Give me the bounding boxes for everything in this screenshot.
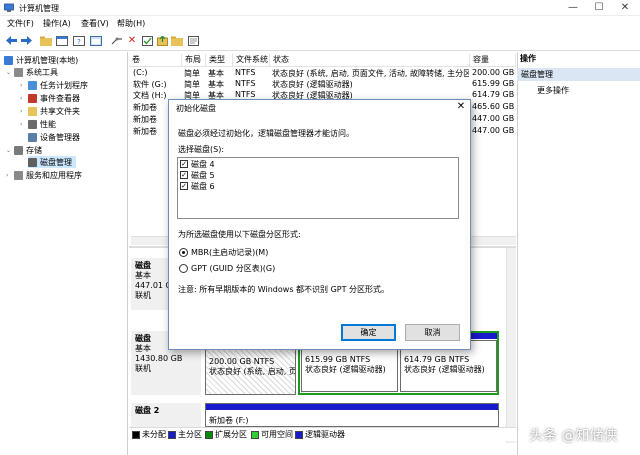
partition-f[interactable]: 新加卷 (F:) <box>205 403 499 427</box>
menu-help[interactable]: 帮助(H) <box>117 18 145 29</box>
gpt-note: 注意: 所有早期版本的 Windows 都不识别 GPT 分区形式。 <box>178 285 390 294</box>
close-icon[interactable]: ✕ <box>455 101 467 113</box>
cancel-button[interactable]: 取消 <box>405 324 460 341</box>
help-icon[interactable]: ? <box>72 34 86 47</box>
maximize-button[interactable]: ☐ <box>586 0 612 16</box>
device-manager-icon <box>28 132 37 142</box>
properties-icon[interactable] <box>55 34 69 47</box>
mbr-radio-row[interactable]: MBR(主启动记录)(M) <box>179 247 268 257</box>
tree-root[interactable]: 计算机管理(本地) <box>4 54 78 66</box>
menu-file[interactable]: 文件(F) <box>7 18 34 29</box>
table-row[interactable]: 软件 (G:) 简单 基本 NTFS 状态良好 (逻辑驱动器) 615.99 G… <box>131 79 516 90</box>
checkbox-checked-icon[interactable]: ✓ <box>180 160 188 168</box>
title-bar <box>0 0 640 16</box>
disk-checkbox-row[interactable]: ✓ 磁盘 6 <box>180 181 215 191</box>
column-header-layout[interactable]: 布局 <box>182 54 206 66</box>
folder-icon[interactable] <box>170 34 184 47</box>
partition-style-label: 为所选磁盘使用以下磁盘分区形式: <box>178 230 301 239</box>
actions-group-disk-management[interactable]: 磁盘管理 <box>517 68 640 81</box>
radio-unselected-icon[interactable] <box>179 263 188 273</box>
legend-item: 逻辑驱动器 <box>295 429 345 440</box>
performance-icon <box>28 119 37 129</box>
computer-management-icon <box>4 55 13 65</box>
vertical-scrollbar[interactable] <box>506 248 516 443</box>
table-row[interactable]: (C:) 简单 基本 NTFS 状态良好 (系统, 启动, 页面文件, 活动, … <box>131 68 516 79</box>
watermark-text: 头条 @知储侠 <box>529 428 618 444</box>
tree-item-task-scheduler[interactable]: › 任务计划程序 <box>20 79 88 91</box>
menu-action[interactable]: 操作(A) <box>43 18 71 29</box>
select-disks-label: 选择磁盘(S): <box>178 145 225 154</box>
collapsed-chevron-icon[interactable]: › <box>20 121 28 128</box>
services-icon <box>14 170 23 180</box>
tree-item-event-viewer[interactable]: › 事件查看器 <box>20 92 80 104</box>
column-header-type[interactable]: 类型 <box>206 54 233 66</box>
disk-listbox[interactable] <box>177 157 459 219</box>
legend-item: 未分配 <box>132 429 166 440</box>
column-header-capacity[interactable]: 容量 <box>470 54 516 66</box>
menu-view[interactable]: 查看(V) <box>81 18 109 29</box>
tree-item-services-apps[interactable]: › 服务和应用程序 <box>6 169 82 181</box>
collapsed-chevron-icon[interactable]: › <box>20 82 28 89</box>
disk-label[interactable]: 磁盘 2 <box>131 403 201 427</box>
checkbox-checked-icon[interactable]: ✓ <box>180 182 188 190</box>
header-divider <box>129 66 516 67</box>
tree-item-device-manager[interactable]: 设备管理器 <box>28 131 80 143</box>
collapsed-chevron-icon[interactable]: › <box>20 108 28 115</box>
properties-sheet-icon[interactable] <box>186 34 200 47</box>
computer-management-icon <box>4 3 14 12</box>
expanded-chevron-icon[interactable]: ⌄ <box>6 69 14 76</box>
svg-text:?: ? <box>77 38 81 46</box>
ok-button[interactable]: 确定 <box>341 324 396 341</box>
window-title: 计算机管理 <box>19 4 59 13</box>
checkbox-checked-icon[interactable]: ✓ <box>180 171 188 179</box>
close-button[interactable]: ✕ <box>612 0 638 16</box>
back-arrow-icon[interactable] <box>4 34 18 47</box>
disk-management-icon <box>28 157 37 167</box>
tree-item-system-tools[interactable]: ⌄ 系统工具 <box>6 66 58 78</box>
primary-partition-bar <box>206 404 498 410</box>
disk-checkbox-row[interactable]: ✓ 磁盘 5 <box>180 170 215 180</box>
connect-icon[interactable] <box>110 34 124 47</box>
column-header-status[interactable]: 状态 <box>270 54 470 66</box>
disk-checkbox-row[interactable]: ✓ 磁盘 4 <box>180 159 215 169</box>
dialog-message: 磁盘必须经过初始化，逻辑磁盘管理器才能访问。 <box>178 129 354 138</box>
collapsed-chevron-icon[interactable]: › <box>20 95 28 102</box>
collapsed-chevron-icon[interactable]: › <box>6 172 14 179</box>
expanded-chevron-icon[interactable]: ⌄ <box>6 147 14 154</box>
minimize-button[interactable]: — <box>560 0 586 16</box>
tools-icon <box>14 67 23 77</box>
dialog-title: 初始化磁盘 <box>176 104 216 113</box>
more-actions-link[interactable]: 更多操作 <box>537 85 569 96</box>
tree-item-performance[interactable]: › 性能 <box>20 118 56 130</box>
column-header-filesystem[interactable]: 文件系统 <box>233 54 270 66</box>
export-icon[interactable] <box>155 34 169 47</box>
delete-icon[interactable]: ✕ <box>125 34 139 47</box>
column-header-volume[interactable]: 卷 <box>129 54 182 66</box>
tree-item-storage[interactable]: ⌄ 存储 <box>6 144 42 156</box>
console-icon[interactable] <box>89 34 103 47</box>
legend-item: 扩展分区 <box>205 429 247 440</box>
check-icon[interactable] <box>140 34 154 47</box>
folder-up-icon[interactable] <box>39 34 53 47</box>
event-log-icon <box>28 93 37 103</box>
tree-item-disk-management[interactable]: 磁盘管理 <box>28 156 76 168</box>
radio-selected-icon[interactable] <box>179 247 188 257</box>
gpt-radio-row[interactable]: GPT (GUID 分区表)(G) <box>179 263 275 273</box>
actions-pane <box>517 52 640 455</box>
forward-arrow-icon[interactable] <box>19 34 33 47</box>
legend-item: 主分区 <box>168 429 202 440</box>
shared-folder-icon <box>28 106 37 116</box>
storage-icon <box>14 145 23 155</box>
legend-item: 可用空间 <box>251 429 293 440</box>
clock-icon <box>28 80 37 90</box>
tree-item-shared-folders[interactable]: › 共享文件夹 <box>20 105 80 117</box>
actions-header: 操作 <box>520 54 536 63</box>
